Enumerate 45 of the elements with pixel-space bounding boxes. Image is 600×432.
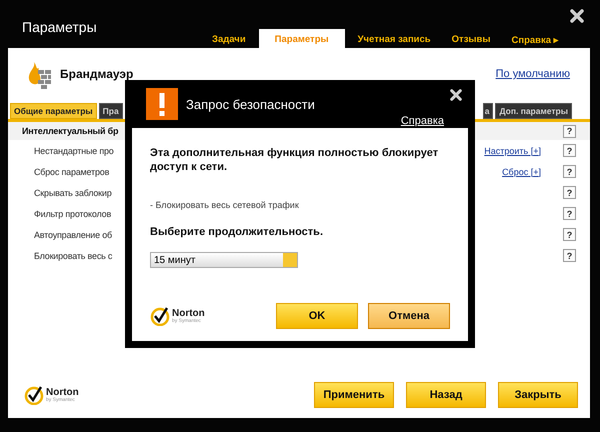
footer-button[interactable]: Применить [314, 382, 394, 408]
logo-name: Norton [46, 388, 79, 398]
dialog-message: Эта дополнительная функция полностью блокирует доступ к сети. [150, 146, 440, 174]
warning-icon [146, 88, 178, 120]
nav-tab[interactable]: Отзывы [444, 29, 498, 48]
help-link[interactable]: Справка [400, 115, 444, 127]
nav-tab[interactable]: Учетная запись [350, 29, 439, 48]
dialog-button[interactable]: Отмена [368, 303, 450, 329]
default-link[interactable]: По умолчанию [496, 68, 570, 80]
footer-button[interactable]: Назад [406, 382, 486, 408]
nav-tab[interactable]: Справка ▸ [504, 29, 567, 48]
help-button[interactable]: ? [563, 228, 576, 241]
setting-link[interactable]: Сброс [+] [502, 166, 541, 176]
dialog-title: Запрос безопасности [186, 97, 315, 112]
group-heading: Интеллектуальный бр [22, 126, 118, 136]
setting-label: Скрывать заблокир [34, 188, 112, 198]
norton-check-icon [24, 385, 44, 405]
nav-tab[interactable]: Задачи [204, 29, 254, 48]
help-button[interactable]: ? [563, 144, 576, 157]
help-button[interactable]: ? [563, 124, 576, 138]
logo-name: Norton [172, 308, 205, 318]
setting-label: Нестандартные про [34, 146, 114, 156]
settings-tab[interactable]: Доп. параметры [495, 103, 572, 119]
setting-label: Фильтр протоколов [34, 208, 112, 218]
duration-dropdown[interactable]: 15 минут [150, 252, 298, 268]
help-button[interactable]: ? [563, 165, 576, 178]
window-title: Параметры [22, 19, 97, 35]
section-title: Брандмауэр [60, 67, 134, 81]
detail-text: - Блокировать весь сетевой трафик [150, 200, 300, 210]
close-icon[interactable] [450, 89, 462, 101]
norton-check-icon [150, 306, 170, 326]
help-button[interactable]: ? [563, 207, 576, 220]
help-button[interactable]: ? [563, 186, 576, 199]
setting-link[interactable]: Настроить [+] [484, 146, 541, 156]
settings-tab[interactable]: Пра [98, 103, 123, 119]
settings-tab[interactable]: а [482, 103, 494, 119]
setting-label: Блокировать весь с [34, 250, 112, 260]
setting-label: Автоуправление об [34, 230, 112, 240]
footer-button[interactable]: Закрыть [498, 382, 578, 408]
help-button[interactable]: ? [563, 249, 576, 262]
prompt-text: Выберите продолжительность. [150, 226, 324, 238]
settings-tab[interactable]: Общие параметры [10, 103, 97, 119]
dialog-button[interactable]: OK [276, 303, 358, 329]
setting-label: Сброс параметров [34, 166, 110, 176]
close-icon[interactable] [570, 9, 584, 23]
